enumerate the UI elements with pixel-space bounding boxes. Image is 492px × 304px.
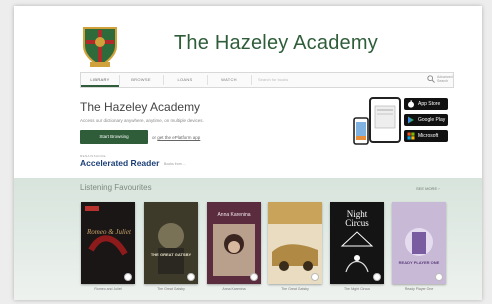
book-cover-art <box>268 202 322 284</box>
microsoft-label: Microsoft <box>418 133 439 139</box>
school-crest-logo[interactable] <box>80 24 120 68</box>
google-play-icon <box>408 116 414 124</box>
book-title[interactable]: Romeo and Juliet <box>78 287 138 291</box>
start-browsing-button[interactable]: Start Browsing <box>80 130 148 144</box>
audiobook-badge-icon <box>311 273 319 281</box>
book-cover[interactable]: Night Circus <box>330 202 384 284</box>
book-cover-art <box>144 202 198 284</box>
audiobook-badge-icon <box>187 273 195 281</box>
google-play-label: Google Play <box>418 117 446 123</box>
google-play-button[interactable]: Google Play <box>404 114 448 126</box>
app-store-label: App Store <box>418 101 441 107</box>
audiobook-badge-icon <box>373 273 381 281</box>
accelerated-reader-logo[interactable]: Accelerated Reader <box>80 158 159 168</box>
tab-watch[interactable]: WATCH <box>209 73 249 87</box>
nav-divider <box>207 75 208 85</box>
book-cover-text: Anna Karenina <box>217 212 251 218</box>
book-cover[interactable] <box>268 202 322 284</box>
book-cover[interactable]: Anna Karenina <box>207 202 261 284</box>
book-title[interactable]: Anna Karenina <box>204 287 264 291</box>
microsoft-icon <box>407 132 415 140</box>
app-store-button[interactable]: App Store <box>404 98 448 110</box>
audiobook-badge-icon <box>250 273 258 281</box>
advanced-search-link[interactable]: Advanced Search <box>437 75 453 83</box>
app-prompt-prefix: or <box>152 135 157 140</box>
book-cover-art <box>392 202 446 284</box>
microsoft-store-button[interactable]: Microsoft <box>404 130 448 142</box>
book-title[interactable]: Ready Player One <box>389 287 449 291</box>
app-page: The Hazeley Academy LIBRARY BROWSE LOANS… <box>14 6 482 300</box>
book-cover[interactable]: THE GREAT GATSBY <box>144 202 198 284</box>
book-cover-text: READY PLAYER ONE <box>398 260 440 265</box>
book-title[interactable]: The Great Gatsby <box>265 287 325 291</box>
book-cover-text: Romeo & Juliet <box>87 228 131 236</box>
apple-icon <box>408 100 414 108</box>
search-icon[interactable] <box>427 75 435 83</box>
audiobook-badge-icon <box>435 273 443 281</box>
tab-loans[interactable]: LOANS <box>165 73 205 87</box>
accelerated-reader-caption: Books from ... <box>164 162 186 166</box>
book-title[interactable]: The Night Circus <box>327 287 387 291</box>
search-input[interactable]: Search for books <box>251 75 421 85</box>
book-cover-text: Night Circus <box>345 209 369 228</box>
tab-library[interactable]: LIBRARY <box>81 73 119 87</box>
tab-browse[interactable]: BROWSE <box>121 73 161 87</box>
book-cover[interactable]: Romeo & Juliet <box>81 202 135 284</box>
section-title: Listening Favourites <box>80 183 152 192</box>
hero-subtitle: Access our dictionary anywhere, anytime,… <box>80 118 204 123</box>
see-more-link[interactable]: SEE MORE › <box>416 186 440 191</box>
devices-illustration <box>353 97 401 145</box>
audiobook-badge-icon <box>124 273 132 281</box>
main-navigation: LIBRARY BROWSE LOANS WATCH Search for bo… <box>80 72 454 88</box>
get-app-link[interactable]: get the ePlatform app <box>157 135 200 140</box>
hero-title: The Hazeley Academy <box>80 100 201 114</box>
nav-divider <box>119 75 120 85</box>
app-prompt: or get the ePlatform app <box>152 135 200 140</box>
book-cover-art <box>81 202 135 284</box>
nav-divider <box>163 75 164 85</box>
book-cover-text: THE GREAT GATSBY <box>150 252 192 257</box>
site-title: The Hazeley Academy <box>174 32 378 54</box>
book-title[interactable]: The Great Gatsby <box>141 287 201 291</box>
book-cover[interactable]: READY PLAYER ONE <box>392 202 446 284</box>
